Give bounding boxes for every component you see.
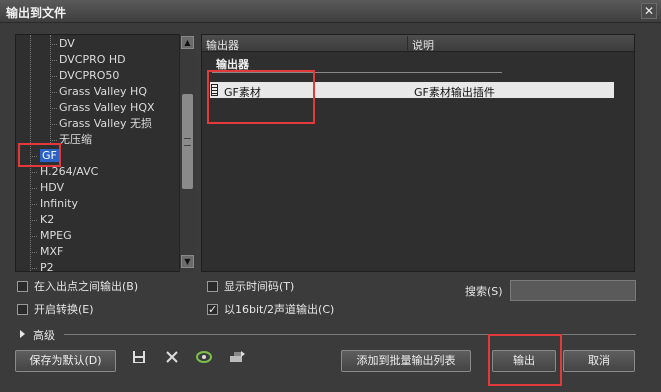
show-timecode-checkbox[interactable] <box>207 281 218 292</box>
in-out-export-checkbox[interactable] <box>17 281 28 292</box>
enable-conversion-label: 开启转换(E) <box>34 303 94 316</box>
enable-conversion-checkbox[interactable] <box>17 304 28 315</box>
delete-icon[interactable] <box>163 350 181 368</box>
tree-connector <box>30 204 37 205</box>
tree-item-infinity[interactable]: Infinity <box>40 196 78 212</box>
tree-item-dvcpro50[interactable]: DVCPRO50 <box>59 68 119 84</box>
tree-item-p2[interactable]: P2 <box>40 260 54 271</box>
export-16bit-label: 以16bit/2声道输出(C) <box>224 303 335 316</box>
column-description[interactable]: 说明 <box>412 37 434 53</box>
close-button[interactable]: ✕ <box>641 3 657 19</box>
tree-connector <box>30 172 37 173</box>
title-bar: 输出到文件 ✕ <box>0 0 661 23</box>
save-icon[interactable] <box>130 350 148 368</box>
expand-triangle-icon <box>20 330 25 338</box>
tree-item-gv-hqx[interactable]: Grass Valley HQX <box>59 100 155 116</box>
tree-connector <box>30 220 37 221</box>
show-timecode-label: 显示时间码(T) <box>224 280 295 293</box>
highlight-box-gf <box>18 143 61 167</box>
tree-connector <box>50 44 57 45</box>
exporter-description: GF素材输出插件 <box>414 86 495 99</box>
tree-item-k2[interactable]: K2 <box>40 212 54 228</box>
refresh-icon[interactable] <box>195 350 213 368</box>
scroll-down-button[interactable]: ▼ <box>181 255 194 268</box>
add-to-batch-button[interactable]: 添加到批量输出列表 <box>341 350 471 372</box>
tree-item-uncompressed[interactable]: 无压缩 <box>59 132 92 148</box>
search-input[interactable] <box>510 280 636 301</box>
close-icon: ✕ <box>643 4 655 18</box>
tree-connector <box>50 76 57 77</box>
scroll-up-button[interactable]: ▲ <box>181 36 194 49</box>
save-default-button[interactable]: 保存为默认(D) <box>15 350 116 372</box>
column-exporter[interactable]: 输出器 <box>206 37 239 53</box>
tree-guide-line <box>50 35 51 145</box>
highlight-box-export <box>488 334 562 386</box>
tree-connector <box>50 92 57 93</box>
tree-connector <box>30 236 37 237</box>
tree-item-gv-lossless[interactable]: Grass Valley 无损 <box>59 116 152 132</box>
export-16bit-checkbox[interactable] <box>207 302 218 318</box>
column-separator[interactable] <box>407 36 408 50</box>
tree-connector <box>30 252 37 253</box>
scroll-thumb[interactable] <box>182 94 193 189</box>
tree-item-gv-hq[interactable]: Grass Valley HQ <box>59 84 147 100</box>
grip-icon <box>184 138 191 146</box>
tree-connector <box>50 108 57 109</box>
tree-connector <box>50 124 57 125</box>
tree-item-mpeg[interactable]: MPEG <box>40 228 72 244</box>
advanced-label: 高级 <box>33 329 55 342</box>
search-label: 搜索(S) <box>465 285 503 298</box>
tree-connector <box>50 140 57 141</box>
tree-connector <box>30 188 37 189</box>
tree-connector <box>30 268 37 269</box>
tree-connector <box>50 60 57 61</box>
in-out-export-label: 在入出点之间输出(B) <box>34 280 139 293</box>
exporter-list-header: 输出器 说明 <box>202 35 634 52</box>
tree-item-mxf[interactable]: MXF <box>40 244 63 260</box>
cancel-button[interactable]: 取消 <box>563 350 635 372</box>
highlight-box-exporter <box>207 70 315 124</box>
tree-item-dv[interactable]: DV <box>59 36 75 52</box>
window-title: 输出到文件 <box>6 6 67 20</box>
tree-item-dvcpro-hd[interactable]: DVCPRO HD <box>59 52 126 68</box>
tree-scrollbar[interactable]: ▲ ▼ <box>179 34 195 272</box>
settings-icon[interactable] <box>228 350 246 368</box>
tree-item-hdv[interactable]: HDV <box>40 180 64 196</box>
